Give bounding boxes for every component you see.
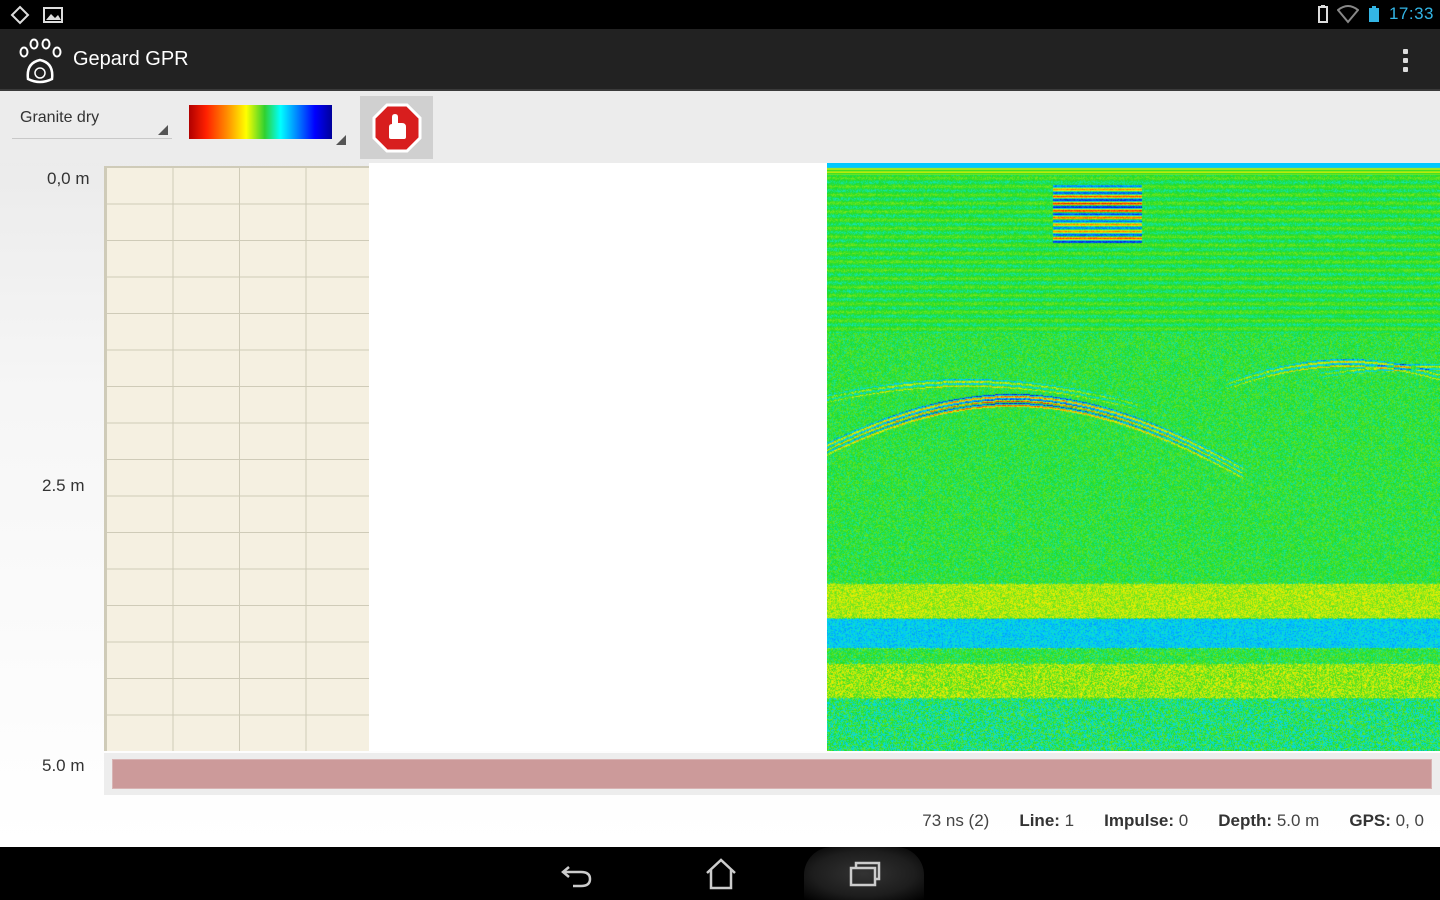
stop-hand-icon bbox=[372, 103, 421, 152]
time-readout: 73 ns (2) bbox=[922, 811, 990, 830]
clock: 17:33 bbox=[1388, 4, 1434, 23]
depth-readout: Depth: 5.0 m bbox=[1218, 811, 1320, 830]
action-bar: Gepard GPR bbox=[0, 29, 1440, 91]
wifi-icon bbox=[1336, 4, 1359, 24]
back-icon bbox=[561, 865, 592, 887]
overflow-menu-icon[interactable] bbox=[1390, 43, 1420, 77]
info-bar: 73 ns (2) Line: 1 Impulse: 0 Depth: 5.0 … bbox=[922, 811, 1424, 831]
line-readout: Line: 1 bbox=[1019, 811, 1075, 830]
radargram-image[interactable] bbox=[827, 163, 1440, 751]
main-content: Granite dry 0,0 m 2.5 m 5.0 m 73 ns (2) … bbox=[0, 91, 1440, 847]
spinner-arrow-icon bbox=[158, 125, 168, 135]
image-icon bbox=[42, 5, 64, 25]
depth-axis: 0,0 m 2.5 m 5.0 m bbox=[0, 163, 104, 783]
navigation-bar bbox=[0, 847, 1440, 900]
recents-button[interactable] bbox=[804, 847, 924, 900]
back-button[interactable] bbox=[517, 847, 637, 900]
material-spinner[interactable]: Granite dry bbox=[12, 103, 172, 139]
stop-button[interactable] bbox=[360, 96, 433, 159]
home-icon bbox=[706, 857, 736, 889]
status-bar: 17:33 bbox=[0, 0, 1440, 29]
paw-logo-icon[interactable] bbox=[18, 35, 64, 85]
spinner-arrow-icon bbox=[336, 135, 346, 145]
trace-grid-panel bbox=[104, 166, 369, 751]
depth-label-mid: 2.5 m bbox=[42, 476, 85, 495]
trace-display-area bbox=[369, 163, 827, 751]
home-button[interactable] bbox=[661, 847, 781, 900]
scan-progress-bar[interactable] bbox=[112, 759, 1432, 789]
gps-readout: GPS: 0, 0 bbox=[1349, 811, 1424, 830]
recents-icon bbox=[849, 861, 881, 886]
battery-icon bbox=[1317, 4, 1329, 24]
palette-spinner[interactable] bbox=[186, 103, 348, 145]
toolbar: Granite dry bbox=[0, 91, 1440, 163]
material-label: Granite dry bbox=[20, 109, 100, 126]
depth-label-bottom: 5.0 m bbox=[42, 756, 85, 775]
scan-progress-track bbox=[104, 753, 1440, 795]
impulse-readout: Impulse: 0 bbox=[1104, 811, 1189, 830]
color-palette-preview bbox=[189, 105, 332, 139]
app-title: Gepard GPR bbox=[73, 48, 189, 70]
signal-icon bbox=[1367, 4, 1381, 24]
notification-icon bbox=[10, 5, 30, 25]
depth-label-top: 0,0 m bbox=[47, 169, 90, 188]
